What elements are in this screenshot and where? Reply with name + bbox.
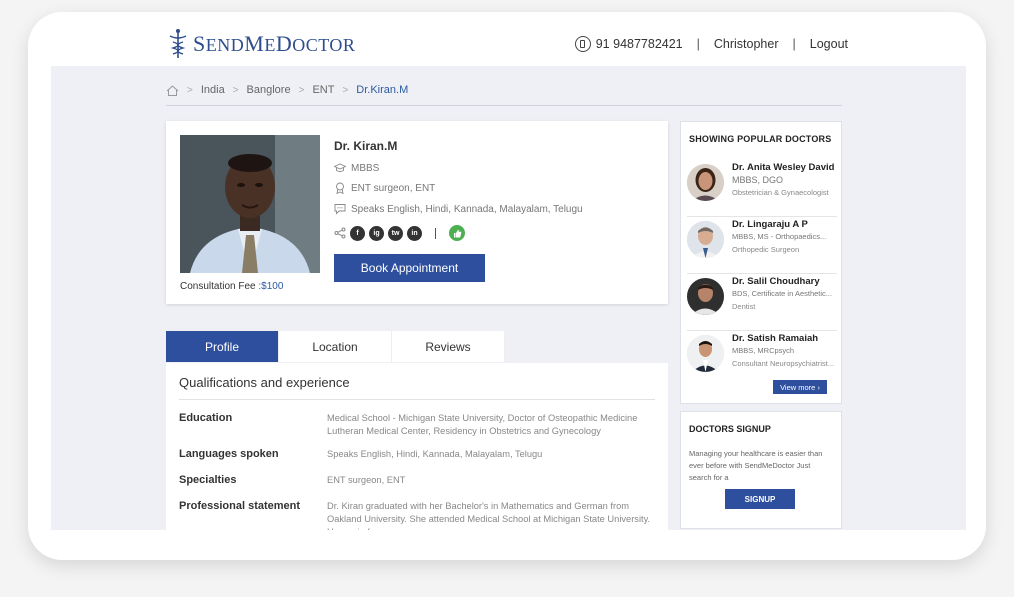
breadcrumb-item[interactable]: India xyxy=(201,84,225,96)
home-icon[interactable] xyxy=(166,84,179,96)
chevron-right-icon: > xyxy=(187,84,193,96)
social-links: f ig tw in xyxy=(334,225,465,241)
qualification-value: Dr. Kiran graduated with her Bachelor's … xyxy=(327,501,651,530)
popular-doctor-specialty: Consultant Neuropsychiatrist... xyxy=(732,359,835,368)
popular-doctor-degree: MBBS, MS - Orthopaedics... xyxy=(732,232,827,241)
caduceus-icon xyxy=(169,29,187,58)
brand-logo[interactable]: SENDMEDOCTOR xyxy=(167,28,355,60)
logout-link[interactable]: Logout xyxy=(810,37,848,51)
languages-row: Speaks English, Hindi, Kannada, Malayala… xyxy=(334,203,583,215)
popular-doctor-specialty: Orthopedic Surgeon xyxy=(732,245,800,254)
app-screen: SENDMEDOCTOR 91 9487782421 | Christopher… xyxy=(44,20,966,530)
qualification-value: ENT surgeon, ENT xyxy=(327,475,406,485)
qualification-label: Education xyxy=(179,412,233,424)
breadcrumb-item[interactable]: ENT xyxy=(312,84,334,96)
instagram-icon[interactable]: ig xyxy=(369,225,384,241)
qualification-value: Medical School - Michigan State Universi… xyxy=(327,413,638,436)
popular-doctors-panel: SHOWING POPULAR DOCTORS Dr. Anita Wesley… xyxy=(680,121,842,404)
chevron-right-icon: > xyxy=(298,84,305,96)
thumbs-up-icon[interactable] xyxy=(449,225,465,241)
doctor-languages: Speaks English, Hindi, Kannada, Malayala… xyxy=(351,203,583,215)
header-separator: | xyxy=(696,37,700,51)
breadcrumb: > India > Banglore > ENT > Dr.Kiran.M xyxy=(166,84,416,96)
doctor-specialty: ENT surgeon, ENT xyxy=(351,182,436,194)
breadcrumb-item[interactable]: Banglore xyxy=(247,84,291,96)
header-separator: | xyxy=(792,37,796,51)
profile-tabs: Profile Location Reviews xyxy=(166,331,505,362)
doctor-name: Dr. Kiran.M xyxy=(334,139,398,153)
chevron-right-icon: > xyxy=(232,84,239,96)
logo-text: SENDMEDOCTOR xyxy=(193,31,356,56)
chat-bubble-icon xyxy=(334,204,346,215)
popular-doctor-degree: MBBS, MRCpsych xyxy=(732,346,795,355)
doctor-degree: MBBS xyxy=(351,162,380,174)
facebook-icon[interactable]: f xyxy=(350,225,365,241)
qualification-row: Professional statement Dr. Kiran graduat… xyxy=(179,500,657,530)
doctor-profile-card: Consultation Fee :$100 Dr. Kiran.M MBBS … xyxy=(166,121,668,304)
popular-doctor-degree: BDS, Certificate in Aesthetic... xyxy=(732,289,833,298)
qualification-row: Specialties ENT surgeon, ENT xyxy=(179,474,657,487)
chevron-right-icon: > xyxy=(342,84,349,96)
popular-doctor-item[interactable]: Dr. Anita Wesley David MBBS, DGO Obstetr… xyxy=(687,160,837,217)
phone-icon xyxy=(574,36,591,52)
doctors-signup-panel: DOCTORS SIGNUP Managing your healthcare … xyxy=(680,411,842,529)
header-actions: 91 9487782421 | Christopher | Logout xyxy=(574,36,848,52)
view-more-button[interactable]: View more › xyxy=(773,380,827,394)
device-frame: SENDMEDOCTOR 91 9487782421 | Christopher… xyxy=(28,12,986,560)
phone-number[interactable]: 91 9487782421 xyxy=(596,37,683,51)
signup-title: DOCTORS SIGNUP xyxy=(689,424,771,434)
qualification-label: Professional statement xyxy=(179,500,301,512)
share-icon[interactable] xyxy=(334,227,346,239)
doctor-avatar xyxy=(687,164,724,201)
consultation-fee: Consultation Fee :$100 xyxy=(180,281,283,292)
tab-location[interactable]: Location xyxy=(279,331,392,362)
book-appointment-button[interactable]: Book Appointment xyxy=(334,254,485,282)
popular-doctor-item[interactable]: Dr. Salil Choudhary BDS, Certificate in … xyxy=(687,274,837,331)
fee-label: Consultation Fee xyxy=(180,281,256,292)
doctor-avatar xyxy=(687,221,724,258)
popular-doctor-name: Dr. Anita Wesley David xyxy=(732,162,835,173)
qualifications-divider xyxy=(179,399,655,400)
social-divider xyxy=(435,227,436,239)
degree-row: MBBS xyxy=(334,162,379,174)
signup-text: Managing your healthcare is easier than … xyxy=(689,449,823,482)
qualification-row: Languages spoken Speaks English, Hindi, … xyxy=(179,448,657,461)
qualifications-panel: Qualifications and experience Education … xyxy=(166,363,668,530)
user-name-link[interactable]: Christopher xyxy=(714,37,779,51)
tab-reviews[interactable]: Reviews xyxy=(392,331,505,362)
tab-profile[interactable]: Profile xyxy=(166,331,279,362)
doctor-photo xyxy=(180,135,320,273)
popular-doctor-item[interactable]: Dr. Lingaraju A P MBBS, MS - Orthopaedic… xyxy=(687,217,837,274)
qualification-row: Education Medical School - Michigan Stat… xyxy=(179,412,657,438)
doctor-avatar xyxy=(687,278,724,315)
popular-doctor-degree: MBBS, DGO xyxy=(732,175,784,185)
graduation-cap-icon xyxy=(334,163,346,172)
linkedin-icon[interactable]: in xyxy=(407,225,422,241)
qualification-label: Specialties xyxy=(179,474,237,486)
signup-button[interactable]: SIGNUP xyxy=(725,489,795,509)
popular-doctor-specialty: Obstetrician & Gynaecologist xyxy=(732,188,829,197)
breadcrumb-current: Dr.Kiran.M xyxy=(356,84,409,96)
top-navbar: SENDMEDOCTOR 91 9487782421 | Christopher… xyxy=(44,20,966,66)
doctor-avatar xyxy=(687,335,724,372)
popular-doctors-title: SHOWING POPULAR DOCTORS xyxy=(689,134,832,144)
popular-doctor-specialty: Dentist xyxy=(732,302,756,311)
award-icon xyxy=(336,182,344,194)
qualifications-title: Qualifications and experience xyxy=(179,375,350,390)
qualification-label: Languages spoken xyxy=(179,448,279,460)
qualification-value: Speaks English, Hindi, Kannada, Malayala… xyxy=(327,449,543,459)
twitter-icon[interactable]: tw xyxy=(388,225,403,241)
popular-doctor-name: Dr. Lingaraju A P xyxy=(732,219,808,230)
specialty-row: ENT surgeon, ENT xyxy=(334,182,435,194)
popular-doctor-name: Dr. Salil Choudhary xyxy=(732,276,820,287)
fee-value: :$100 xyxy=(258,281,284,292)
popular-doctor-name: Dr. Satish Ramaiah xyxy=(732,333,819,344)
breadcrumb-divider xyxy=(166,105,842,106)
